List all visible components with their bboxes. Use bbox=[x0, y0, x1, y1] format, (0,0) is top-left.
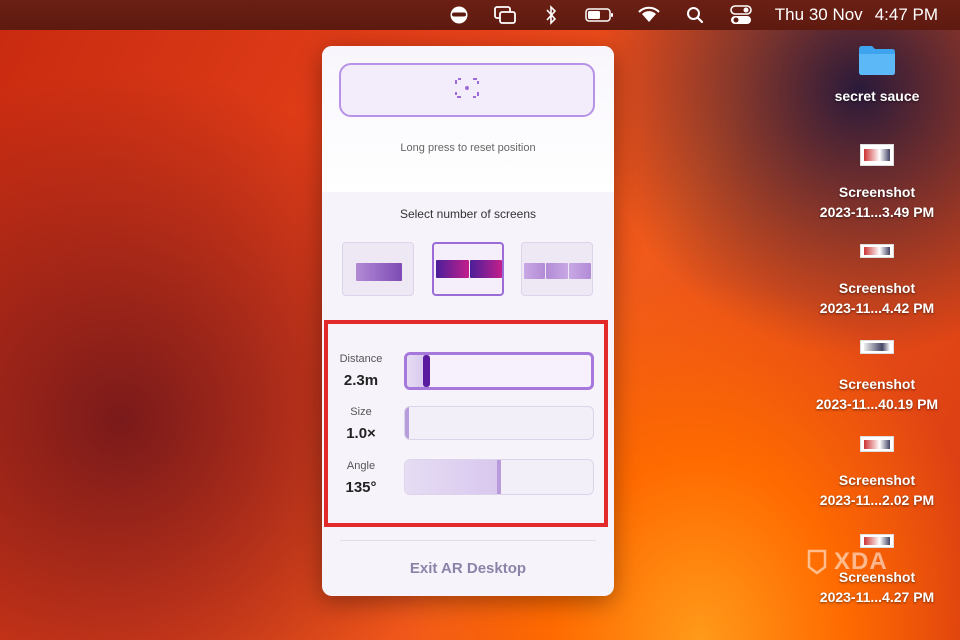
vpn-mask-icon[interactable] bbox=[447, 5, 471, 25]
file-line2: 2023-11...4.27 PM bbox=[819, 589, 935, 605]
file-line1: Screenshot bbox=[838, 280, 916, 296]
file-line1: Screenshot bbox=[838, 376, 916, 392]
file-line2: 2023-11...3.49 PM bbox=[819, 204, 935, 220]
folder-icon[interactable] bbox=[858, 44, 896, 81]
search-icon[interactable] bbox=[683, 5, 707, 25]
file-line2: 2023-11...4.42 PM bbox=[819, 300, 935, 316]
battery-icon[interactable] bbox=[585, 5, 615, 25]
menu-bar: Thu 30 Nov 4:47 PM bbox=[0, 0, 960, 30]
reposition-button[interactable] bbox=[339, 63, 595, 117]
two-screens-preview-left bbox=[436, 260, 469, 278]
file-line2: 2023-11...40.19 PM bbox=[815, 396, 939, 412]
desktop-file[interactable]: Screenshot 2023-11...3.49 PM bbox=[802, 182, 952, 222]
desktop-file[interactable]: Screenshot 2023-11...4.27 PM bbox=[802, 567, 952, 607]
menu-date: Thu 30 Nov bbox=[774, 5, 863, 24]
three-screens-option[interactable] bbox=[521, 242, 593, 296]
file-line1: Screenshot bbox=[838, 472, 916, 488]
desktop-file[interactable]: Screenshot 2023-11...40.19 PM bbox=[802, 374, 952, 414]
file-line1: Screenshot bbox=[838, 184, 916, 200]
reset-hint: Long press to reset position bbox=[400, 142, 536, 154]
screenshot-thumbnail[interactable] bbox=[860, 144, 894, 166]
one-screen-option[interactable] bbox=[342, 242, 414, 296]
three-screens-preview-left bbox=[524, 263, 545, 279]
screenshot-thumbnail[interactable] bbox=[860, 340, 894, 354]
one-screen-preview bbox=[356, 263, 402, 281]
file-line1: Screenshot bbox=[838, 569, 916, 585]
folder-name[interactable]: secret sauce bbox=[802, 86, 952, 106]
recenter-icon bbox=[454, 76, 480, 105]
two-screens-option[interactable] bbox=[432, 242, 504, 296]
screenshot-thumbnail[interactable] bbox=[860, 244, 894, 258]
file-line2: 2023-11...2.02 PM bbox=[819, 492, 935, 508]
three-screens-preview-right bbox=[569, 263, 591, 279]
desktop-file[interactable]: Screenshot 2023-11...4.42 PM bbox=[802, 278, 952, 318]
exit-ar-desktop-button[interactable]: Exit AR Desktop bbox=[322, 560, 614, 577]
two-screens-preview-right bbox=[470, 260, 502, 278]
screen-mirroring-icon[interactable] bbox=[493, 5, 517, 25]
exit-divider bbox=[340, 540, 596, 541]
bluetooth-icon[interactable] bbox=[539, 5, 563, 25]
desktop-file[interactable]: Screenshot 2023-11...2.02 PM bbox=[802, 470, 952, 510]
screens-title: Select number of screens bbox=[399, 207, 537, 221]
menu-time: 4:47 PM bbox=[874, 5, 938, 24]
control-center-icon[interactable] bbox=[729, 5, 753, 25]
wifi-icon[interactable] bbox=[637, 5, 661, 25]
panel-top-section: Long press to reset position bbox=[322, 46, 614, 192]
screenshot-thumbnail[interactable] bbox=[860, 436, 894, 452]
menu-clock[interactable]: Thu 30 Nov 4:47 PM bbox=[775, 5, 938, 25]
three-screens-preview-center bbox=[546, 263, 568, 279]
highlight-box bbox=[324, 320, 608, 527]
